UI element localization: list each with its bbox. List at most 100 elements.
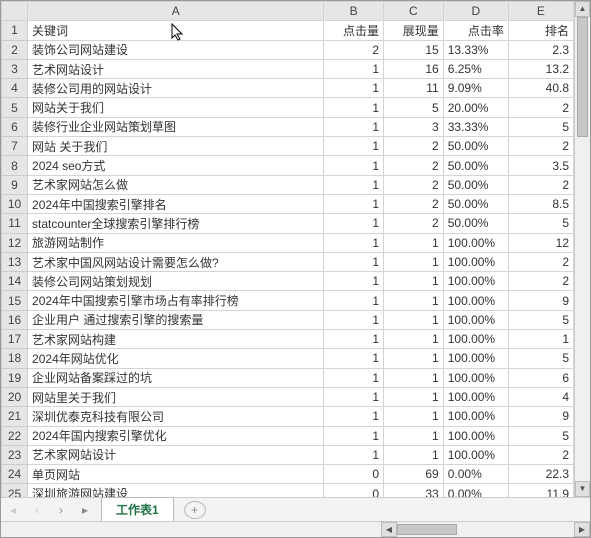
scroll-down-button[interactable]: ▼ bbox=[575, 481, 590, 497]
cell-B[interactable]: 1 bbox=[324, 330, 384, 349]
vscroll-track[interactable] bbox=[575, 17, 590, 481]
cell-C[interactable]: 1 bbox=[384, 426, 444, 445]
cell-C[interactable]: 11 bbox=[384, 79, 444, 98]
row-header[interactable]: 7 bbox=[2, 137, 28, 156]
spreadsheet-grid[interactable]: A B C D E 1关键词点击量展现量点击率排名2装饰公司网站建设21513.… bbox=[1, 1, 574, 497]
cell-B[interactable]: 2 bbox=[324, 40, 384, 59]
cell-B[interactable]: 1 bbox=[324, 214, 384, 233]
vscroll-thumb[interactable] bbox=[577, 17, 588, 137]
cell-B[interactable]: 1 bbox=[324, 368, 384, 387]
cell-D[interactable]: 100.00% bbox=[443, 349, 508, 368]
cell-D[interactable]: 13.33% bbox=[443, 40, 508, 59]
cell-E[interactable]: 22.3 bbox=[508, 465, 573, 484]
row-header[interactable]: 5 bbox=[2, 98, 28, 117]
cell-E[interactable]: 11.9 bbox=[508, 484, 573, 497]
cell-D[interactable]: 33.33% bbox=[443, 117, 508, 136]
row-header[interactable]: 23 bbox=[2, 445, 28, 464]
cell-B[interactable]: 1 bbox=[324, 137, 384, 156]
cell-A[interactable]: 企业用户 通过搜索引擎的搜索量 bbox=[28, 310, 324, 329]
cell-A[interactable]: 装修公司网站策划规划 bbox=[28, 272, 324, 291]
cell-A[interactable]: 艺术家中国风网站设计需要怎么做? bbox=[28, 252, 324, 271]
cell-B[interactable]: 1 bbox=[324, 194, 384, 213]
cell-B[interactable]: 点击量 bbox=[324, 21, 384, 40]
col-header-B[interactable]: B bbox=[324, 2, 384, 21]
cell-D[interactable]: 0.00% bbox=[443, 465, 508, 484]
cell-B[interactable]: 1 bbox=[324, 426, 384, 445]
cell-C[interactable]: 5 bbox=[384, 98, 444, 117]
cell-D[interactable]: 50.00% bbox=[443, 175, 508, 194]
row-header[interactable]: 15 bbox=[2, 291, 28, 310]
row-header[interactable]: 16 bbox=[2, 310, 28, 329]
cell-E[interactable]: 排名 bbox=[508, 21, 573, 40]
cell-E[interactable]: 9 bbox=[508, 407, 573, 426]
col-header-A[interactable]: A bbox=[28, 2, 324, 21]
cell-E[interactable]: 5 bbox=[508, 426, 573, 445]
cell-D[interactable]: 9.09% bbox=[443, 79, 508, 98]
cell-D[interactable]: 100.00% bbox=[443, 252, 508, 271]
cell-E[interactable]: 5 bbox=[508, 349, 573, 368]
tab-nav-next[interactable]: › bbox=[49, 503, 73, 517]
cell-D[interactable]: 100.00% bbox=[443, 291, 508, 310]
cell-E[interactable]: 2 bbox=[508, 175, 573, 194]
cell-D[interactable]: 100.00% bbox=[443, 387, 508, 406]
row-header[interactable]: 2 bbox=[2, 40, 28, 59]
cell-C[interactable]: 33 bbox=[384, 484, 444, 497]
cell-D[interactable]: 100.00% bbox=[443, 407, 508, 426]
cell-C[interactable]: 1 bbox=[384, 330, 444, 349]
cell-D[interactable]: 100.00% bbox=[443, 426, 508, 445]
cell-B[interactable]: 1 bbox=[324, 79, 384, 98]
cell-A[interactable]: 装修公司用的网站设计 bbox=[28, 79, 324, 98]
cell-C[interactable]: 1 bbox=[384, 445, 444, 464]
cell-D[interactable]: 100.00% bbox=[443, 272, 508, 291]
hscroll-track[interactable] bbox=[397, 522, 574, 537]
cell-C[interactable]: 1 bbox=[384, 407, 444, 426]
vertical-scrollbar[interactable]: ▲ ▼ bbox=[574, 1, 590, 497]
cell-C[interactable]: 1 bbox=[384, 272, 444, 291]
cell-B[interactable]: 1 bbox=[324, 387, 384, 406]
cell-E[interactable]: 2.3 bbox=[508, 40, 573, 59]
cell-B[interactable]: 1 bbox=[324, 117, 384, 136]
cell-B[interactable]: 1 bbox=[324, 233, 384, 252]
cell-A[interactable]: 艺术网站设计 bbox=[28, 59, 324, 78]
cell-D[interactable]: 100.00% bbox=[443, 330, 508, 349]
cell-B[interactable]: 1 bbox=[324, 252, 384, 271]
cell-B[interactable]: 1 bbox=[324, 272, 384, 291]
cell-E[interactable]: 6 bbox=[508, 368, 573, 387]
row-header[interactable]: 17 bbox=[2, 330, 28, 349]
cell-D[interactable]: 100.00% bbox=[443, 310, 508, 329]
cell-A[interactable]: statcounter全球搜索引擎排行榜 bbox=[28, 214, 324, 233]
cell-E[interactable]: 2 bbox=[508, 252, 573, 271]
horizontal-scrollbar[interactable]: ◀ ▶ bbox=[1, 521, 590, 537]
cell-C[interactable]: 2 bbox=[384, 214, 444, 233]
row-header[interactable]: 13 bbox=[2, 252, 28, 271]
cell-B[interactable]: 0 bbox=[324, 465, 384, 484]
cell-C[interactable]: 1 bbox=[384, 291, 444, 310]
cell-D[interactable]: 100.00% bbox=[443, 233, 508, 252]
hscroll-thumb[interactable] bbox=[397, 524, 457, 535]
cell-C[interactable]: 69 bbox=[384, 465, 444, 484]
cell-C[interactable]: 1 bbox=[384, 368, 444, 387]
row-header[interactable]: 11 bbox=[2, 214, 28, 233]
cell-C[interactable]: 15 bbox=[384, 40, 444, 59]
cell-B[interactable]: 1 bbox=[324, 445, 384, 464]
row-header[interactable]: 6 bbox=[2, 117, 28, 136]
cell-E[interactable]: 2 bbox=[508, 272, 573, 291]
cell-A[interactable]: 2024年网站优化 bbox=[28, 349, 324, 368]
cell-A[interactable]: 深圳优泰克科技有限公司 bbox=[28, 407, 324, 426]
col-header-D[interactable]: D bbox=[443, 2, 508, 21]
cell-A[interactable]: 艺术家网站设计 bbox=[28, 445, 324, 464]
cell-A[interactable]: 深圳旅游网站建设 bbox=[28, 484, 324, 497]
cell-B[interactable]: 1 bbox=[324, 291, 384, 310]
row-header[interactable]: 3 bbox=[2, 59, 28, 78]
cell-B[interactable]: 1 bbox=[324, 98, 384, 117]
cell-D[interactable]: 100.00% bbox=[443, 445, 508, 464]
add-sheet-button[interactable]: + bbox=[184, 501, 206, 519]
cell-C[interactable]: 展现量 bbox=[384, 21, 444, 40]
cell-D[interactable]: 100.00% bbox=[443, 368, 508, 387]
cell-B[interactable]: 1 bbox=[324, 310, 384, 329]
cell-E[interactable]: 5 bbox=[508, 214, 573, 233]
cell-D[interactable]: 点击率 bbox=[443, 21, 508, 40]
row-header[interactable]: 25 bbox=[2, 484, 28, 497]
tab-nav-last[interactable]: ▸ bbox=[73, 503, 97, 517]
scroll-up-button[interactable]: ▲ bbox=[575, 1, 590, 17]
